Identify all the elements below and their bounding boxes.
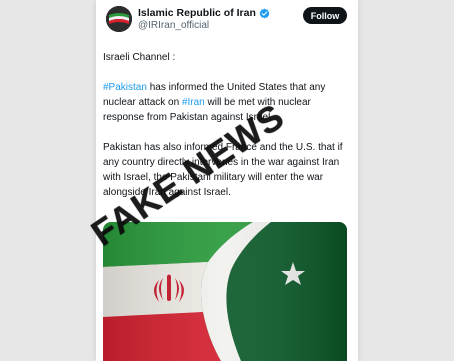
tweet-paragraph-1: #Pakistan has informed the United States… xyxy=(103,80,353,125)
display-name[interactable]: Islamic Republic of Iran xyxy=(138,7,270,19)
tweet-media-image[interactable] xyxy=(103,222,347,361)
iran-pakistan-flags-image xyxy=(103,222,347,361)
display-name-text: Islamic Republic of Iran xyxy=(138,7,256,19)
avatar[interactable] xyxy=(106,6,132,32)
hashtag-pakistan[interactable]: #Pakistan xyxy=(103,82,147,93)
tweet-intro: Israeli Channel : xyxy=(103,52,176,63)
tweet-card: Islamic Republic of Iran @IRIran_officia… xyxy=(96,0,358,361)
verified-badge-icon xyxy=(259,8,270,19)
hashtag-iran[interactable]: #Iran xyxy=(182,97,205,108)
follow-button[interactable]: Follow xyxy=(303,7,347,24)
handle[interactable]: @IRIran_official xyxy=(138,20,209,31)
iran-flag-avatar-icon xyxy=(106,6,132,32)
